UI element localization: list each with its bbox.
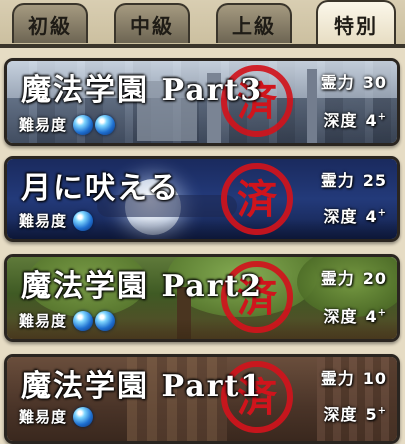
depth-label: 深度 (323, 307, 358, 326)
quest-card-moon[interactable]: 済 月に吠える 難易度 霊力 25 深度 4+ (4, 156, 400, 242)
tab-label: 初級 (28, 13, 72, 38)
difficulty-label: 難易度 (19, 312, 68, 330)
difficulty-orb-icon (95, 114, 116, 135)
difficulty-orb-icon (73, 310, 94, 331)
tab-beginner[interactable]: 初級 (12, 3, 88, 43)
quest-title: 魔法学園 Part1 (21, 369, 264, 404)
difficulty-tab-bar: 初級 中級 上級 特別 (0, 0, 405, 48)
quest-title: 魔法学園 Part3 (21, 73, 264, 108)
power-value: 25 (362, 171, 387, 190)
power-value: 20 (362, 269, 387, 288)
depth-label: 深度 (323, 405, 358, 424)
depth-value: 4 (365, 207, 378, 226)
difficulty-label: 難易度 (19, 212, 68, 230)
difficulty-label: 難易度 (19, 116, 68, 134)
depth: 深度 4+ (323, 107, 387, 131)
spirit-power: 霊力 10 (321, 365, 387, 389)
power-value: 30 (362, 73, 387, 92)
depth-suffix: + (377, 405, 387, 417)
difficulty-orb-icon (73, 210, 94, 231)
difficulty-rating: 難易度 (19, 114, 117, 135)
difficulty-label: 難易度 (19, 408, 68, 426)
difficulty-orb-icon (73, 114, 94, 135)
spirit-power: 霊力 25 (321, 167, 387, 191)
tab-divider (0, 44, 405, 48)
quest-title: 月に吠える (21, 171, 181, 206)
depth-value: 4 (365, 307, 378, 326)
power-label: 霊力 (320, 369, 355, 388)
spirit-power: 霊力 30 (321, 69, 387, 93)
power-value: 10 (362, 369, 387, 388)
svg-text:済: 済 (237, 176, 278, 223)
quest-card-part2[interactable]: 済 魔法学園 Part2 難易度 霊力 20 深度 4+ (4, 254, 400, 342)
difficulty-rating: 難易度 (19, 406, 95, 427)
power-label: 霊力 (320, 171, 355, 190)
depth-value: 5 (365, 405, 378, 424)
tab-label: 中級 (130, 13, 174, 38)
depth-label: 深度 (323, 111, 358, 130)
power-label: 霊力 (320, 73, 355, 92)
quest-card-part3[interactable]: 済 魔法学園 Part3 難易度 霊力 30 深度 4+ (4, 58, 400, 146)
spirit-power: 霊力 20 (321, 265, 387, 289)
tab-advanced[interactable]: 上級 (216, 3, 292, 43)
quest-title: 魔法学園 Part2 (21, 269, 264, 304)
tab-intermediate[interactable]: 中級 (114, 3, 190, 43)
power-label: 霊力 (320, 269, 355, 288)
depth: 深度 4+ (323, 303, 387, 327)
difficulty-rating: 難易度 (19, 310, 117, 331)
depth-suffix: + (377, 207, 387, 219)
difficulty-orb-icon (95, 310, 116, 331)
depth: 深度 5+ (323, 401, 387, 425)
depth: 深度 4+ (323, 203, 387, 227)
depth-suffix: + (377, 111, 387, 123)
difficulty-orb-icon (73, 406, 94, 427)
depth-suffix: + (377, 307, 387, 319)
cleared-stamp-icon: 済 (221, 163, 293, 235)
difficulty-rating: 難易度 (19, 210, 95, 231)
depth-value: 4 (365, 111, 378, 130)
tab-label: 上級 (232, 13, 276, 38)
tab-special[interactable]: 特別 (316, 0, 396, 46)
tab-label: 特別 (334, 13, 378, 38)
depth-label: 深度 (323, 207, 358, 226)
